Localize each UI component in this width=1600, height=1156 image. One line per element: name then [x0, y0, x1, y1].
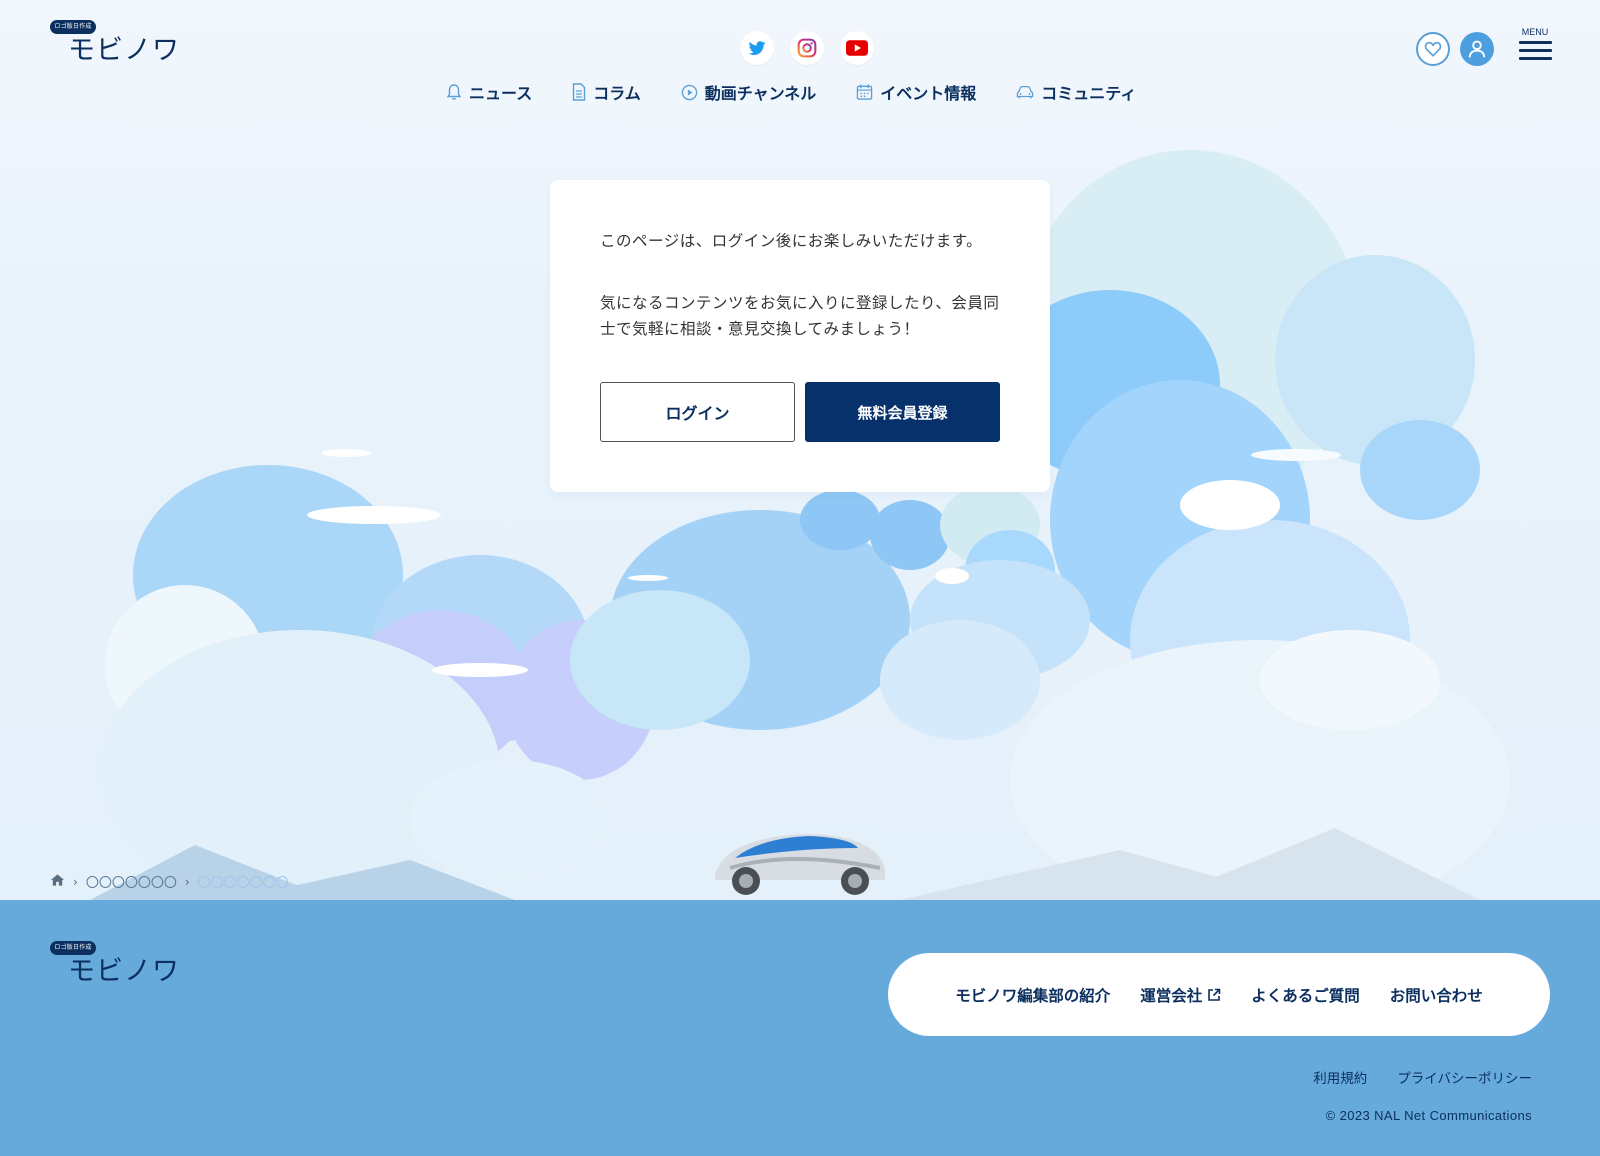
nav-events[interactable]: イベント情報	[856, 80, 976, 104]
breadcrumb-item[interactable]: 〇〇〇〇〇〇〇	[86, 872, 177, 891]
youtube-link[interactable]	[840, 31, 874, 65]
menu-label: MENU	[1521, 27, 1549, 37]
breadcrumb-current: 〇〇〇〇〇〇〇	[197, 876, 289, 891]
footer-link-company[interactable]: 運営会社	[1140, 984, 1221, 1006]
logo-name: モビノワ	[68, 35, 180, 66]
nav-news[interactable]: ニュース	[446, 80, 532, 104]
twitter-icon	[748, 41, 766, 55]
breadcrumb-home[interactable]	[50, 873, 65, 891]
footer-links: モビノワ編集部の紹介 運営会社 よくあるご質問 お問い合わせ	[888, 953, 1550, 1036]
login-button[interactable]: ログイン	[600, 382, 795, 442]
nav-news-label: ニュース	[469, 84, 533, 103]
legal-links: 利用規約 プライバシーポリシー	[1313, 1067, 1532, 1087]
terms-link[interactable]: 利用規約	[1313, 1067, 1367, 1087]
nav-column-label: コラム	[593, 84, 641, 103]
nav-events-label: イベント情報	[880, 84, 977, 103]
instagram-link[interactable]	[790, 31, 824, 65]
twitter-link[interactable]	[740, 31, 774, 65]
car-illustration	[715, 834, 885, 895]
home-icon	[50, 873, 65, 886]
hamburger-icon	[1518, 41, 1552, 44]
breadcrumb: › 〇〇〇〇〇〇〇 › 〇〇〇〇〇〇〇	[50, 872, 289, 891]
user-icon	[1468, 40, 1486, 58]
external-link-icon	[1208, 988, 1221, 1001]
login-prompt-card: このページは、ログイン後にお楽しみいただけます。 気になるコンテンツをお気に入り…	[550, 180, 1050, 492]
login-message: このページは、ログイン後にお楽しみいただけます。	[600, 232, 983, 250]
footer-logo[interactable]: ロゴ版日作成 モビノワ	[50, 941, 179, 987]
chevron-right-icon: ›	[73, 874, 78, 889]
site-footer: ロゴ版日作成 モビノワ モビノワ編集部の紹介 運営会社 よくあるご質問 お問い合…	[0, 900, 1600, 1156]
nav-column[interactable]: コラム	[572, 80, 641, 104]
global-nav: ニュース コラム 動画チャンネル イベント情報 コミュニティ	[446, 80, 1136, 104]
benefit-message: 気になるコンテンツをお気に入りに登録したり、会員同士で気軽に相談・意見交換してみ…	[600, 294, 1000, 338]
nav-video[interactable]: 動画チャンネル	[681, 80, 817, 104]
favorites-button[interactable]	[1416, 32, 1450, 66]
nav-video-label: 動画チャンネル	[704, 84, 817, 103]
nav-community[interactable]: コミュニティ	[1016, 80, 1136, 104]
car-icon	[1017, 85, 1034, 99]
chevron-right-icon: ›	[184, 874, 190, 889]
instagram-icon	[797, 38, 817, 58]
account-button[interactable]	[1460, 32, 1494, 66]
youtube-icon	[846, 40, 868, 56]
site-logo[interactable]: ロゴ版日作成 モビノワ	[50, 20, 179, 66]
menu-button[interactable]: MENU	[1518, 27, 1552, 65]
register-button[interactable]: 無料会員登録	[805, 382, 1000, 442]
footer-link-contact[interactable]: お問い合わせ	[1390, 984, 1483, 1006]
header-actions: MENU	[1416, 27, 1552, 68]
footer-link-faq[interactable]: よくあるご質問	[1251, 984, 1360, 1006]
calendar-icon	[857, 84, 873, 100]
footer-logo-name: モビノワ	[68, 956, 180, 987]
heart-icon	[1424, 41, 1442, 57]
nav-community-label: コミュニティ	[1041, 84, 1137, 103]
privacy-link[interactable]: プライバシーポリシー	[1397, 1067, 1532, 1087]
footer-link-editorial[interactable]: モビノワ編集部の紹介	[955, 984, 1110, 1006]
social-links	[740, 31, 874, 65]
document-icon	[573, 83, 586, 101]
bell-icon	[446, 84, 462, 100]
play-icon	[681, 84, 697, 100]
copyright: © 2023 NAL Net Communications	[1325, 1108, 1532, 1123]
